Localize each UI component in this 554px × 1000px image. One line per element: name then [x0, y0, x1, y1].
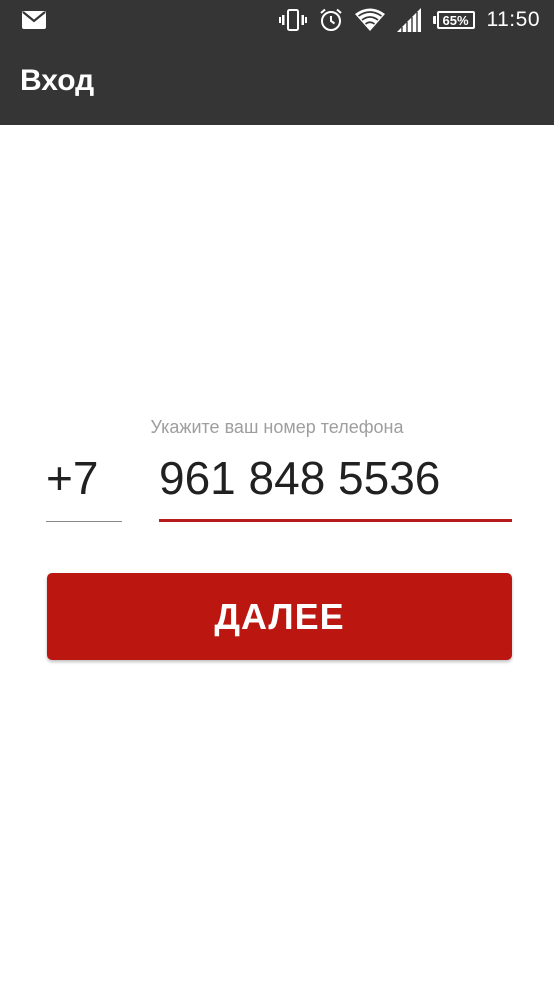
phone-input[interactable]	[159, 452, 512, 504]
status-bar: 65% 11:50	[0, 0, 554, 40]
battery-percent: 65%	[436, 11, 475, 29]
alarm-icon	[319, 8, 343, 32]
login-screen: 65% 11:50 Вход Укажите ваш номер телефон…	[0, 0, 554, 1000]
phone-underline	[159, 519, 512, 522]
page-title: Вход	[20, 64, 95, 97]
phone-hint-label: Укажите ваш номер телефона	[150, 417, 404, 437]
top-bar: 65% 11:50 Вход	[0, 0, 554, 125]
country-code-underline	[46, 521, 122, 522]
next-button-label: ДАЛЕЕ	[214, 595, 345, 637]
mail-icon	[22, 10, 46, 30]
country-code-value: +7	[46, 452, 99, 504]
battery-icon: 65%	[432, 11, 475, 29]
wifi-icon	[354, 8, 385, 32]
status-time: 11:50	[486, 8, 540, 31]
next-button[interactable]: ДАЛЕЕ	[47, 573, 512, 660]
country-code-field[interactable]: +7	[46, 452, 122, 522]
vibrate-icon	[278, 8, 307, 32]
signal-icon	[396, 8, 421, 32]
status-icons: 65% 11:50	[278, 6, 541, 34]
phone-field[interactable]	[159, 452, 512, 522]
